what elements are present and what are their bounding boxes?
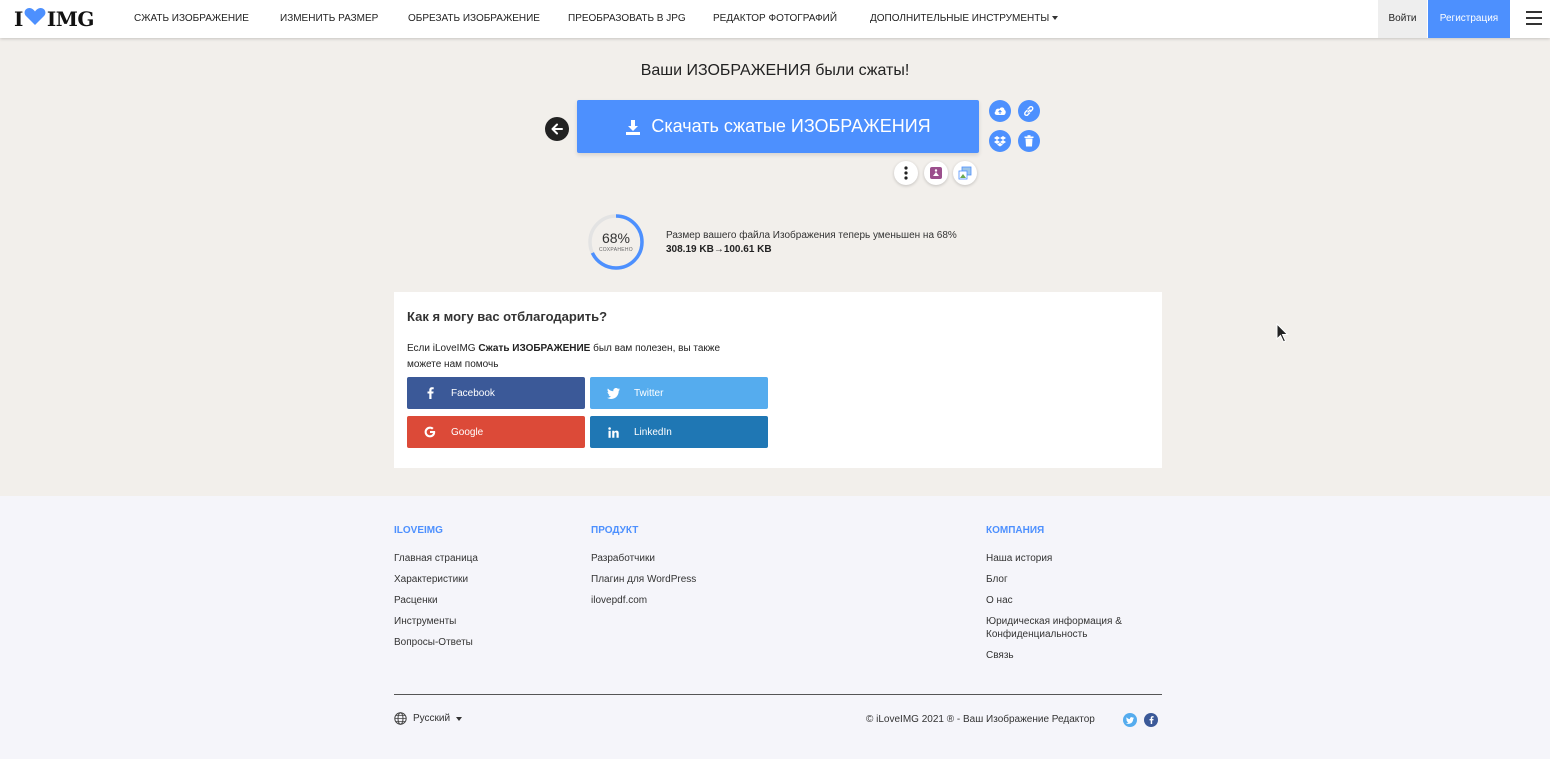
nav-photo-editor[interactable]: РЕДАКТОР ФОТОГРАФИЙ bbox=[713, 0, 837, 38]
facebook-label: Facebook bbox=[451, 387, 495, 399]
more-options-icon[interactable] bbox=[894, 161, 918, 185]
saved-percent: 68% bbox=[601, 230, 631, 246]
nav-convert-jpg[interactable]: ПРЕОБРАЗОВАТЬ В JPG bbox=[568, 0, 686, 38]
thanks-text-prefix: Если iLoveIMG bbox=[407, 343, 479, 354]
twitter-share-button[interactable]: Twitter bbox=[590, 377, 768, 409]
footer-column-product: ПРОДУКТ Разработчики Плагин для WordPres… bbox=[591, 525, 696, 615]
footer-heading: КОМПАНИЯ bbox=[986, 525, 1045, 536]
savings-gauge: 68% СОХРАНЕНО bbox=[587, 213, 645, 271]
twitter-icon bbox=[606, 387, 620, 399]
cloud-upload-icon[interactable] bbox=[989, 100, 1011, 122]
footer-link[interactable]: Расценки bbox=[394, 594, 478, 607]
back-arrow-icon[interactable] bbox=[545, 117, 569, 141]
trash-icon[interactable] bbox=[1018, 130, 1040, 152]
linkedin-label: LinkedIn bbox=[634, 426, 672, 438]
size-after: 100.61 KB bbox=[723, 244, 772, 255]
footer-link[interactable]: Плагин для WordPress bbox=[591, 573, 696, 586]
footer-twitter-icon[interactable] bbox=[1123, 713, 1137, 727]
facebook-icon bbox=[423, 387, 437, 399]
globe-icon bbox=[394, 712, 407, 725]
footer-heading: ILOVEIMG bbox=[394, 525, 443, 536]
footer-link[interactable]: Связь bbox=[986, 649, 1146, 662]
footer-link[interactable]: Главная страница bbox=[394, 552, 478, 565]
download-icon bbox=[626, 119, 641, 135]
thanks-text: Если iLoveIMG Сжать ИЗОБРАЖЕНИЕ был вам … bbox=[407, 341, 747, 373]
top-navbar: I IMG СЖАТЬ ИЗОБРАЖЕНИЕ ИЗМЕНИТЬ РАЗМЕР … bbox=[0, 0, 1550, 38]
dropbox-icon[interactable] bbox=[989, 130, 1011, 152]
login-button[interactable]: Войти bbox=[1378, 0, 1427, 38]
google-share-button[interactable]: Google bbox=[407, 416, 585, 448]
thanks-text-bold: Сжать ИЗОБРАЖЕНИЕ bbox=[478, 343, 591, 354]
footer-link[interactable]: Инструменты bbox=[394, 615, 478, 628]
register-button[interactable]: Регистрация bbox=[1428, 0, 1510, 38]
nav-compress[interactable]: СЖАТЬ ИЗОБРАЖЕНИЕ bbox=[134, 0, 249, 38]
footer-divider bbox=[394, 694, 1162, 695]
linkedin-icon bbox=[606, 426, 620, 438]
nav-more-tools[interactable]: ДОПОЛНИТЕЛЬНЫЕ ИНСТРУМЕНТЫ bbox=[870, 0, 1059, 38]
thanks-heading: Как я могу вас отблагодарить? bbox=[407, 309, 608, 324]
caret-down-icon bbox=[456, 716, 463, 721]
footer-link[interactable]: ilovepdf.com bbox=[591, 594, 696, 607]
nav-resize[interactable]: ИЗМЕНИТЬ РАЗМЕР bbox=[280, 0, 378, 38]
thanks-card: Как я могу вас отблагодарить? Если iLove… bbox=[394, 292, 1162, 468]
size-comparison: 308.19 KB→100.61 KB bbox=[666, 244, 772, 255]
logo-text-right: IMG bbox=[46, 7, 95, 31]
heart-icon bbox=[24, 7, 46, 31]
footer-link[interactable]: Блог bbox=[986, 573, 1146, 586]
footer-link[interactable]: Вопросы-Ответы bbox=[394, 636, 478, 649]
result-text: Размер вашего файла Изображения теперь у… bbox=[666, 230, 957, 241]
page-title: Ваши ИЗОБРАЖЕНИЯ были сжаты! bbox=[640, 62, 910, 79]
caret-down-icon bbox=[1052, 16, 1059, 21]
footer-link[interactable]: О нас bbox=[986, 594, 1146, 607]
language-selector[interactable]: Русский bbox=[394, 712, 463, 725]
footer-link[interactable]: Юридическая информация & Конфиденциально… bbox=[986, 615, 1146, 641]
google-icon bbox=[423, 426, 437, 438]
footer-link[interactable]: Характеристики bbox=[394, 573, 478, 586]
footer-link[interactable]: Наша история bbox=[986, 552, 1146, 565]
footer-link[interactable]: Разработчики bbox=[591, 552, 696, 565]
nav-crop[interactable]: ОБРЕЗАТЬ ИЗОБРАЖЕНИЕ bbox=[408, 0, 540, 38]
mouse-cursor-icon bbox=[1276, 322, 1290, 348]
nav-more-tools-label: ДОПОЛНИТЕЛЬНЫЕ ИНСТРУМЕНТЫ bbox=[870, 13, 1050, 24]
twitter-label: Twitter bbox=[634, 387, 664, 399]
language-label: Русский bbox=[413, 713, 451, 724]
download-button[interactable]: Скачать сжатые ИЗОБРАЖЕНИЯ bbox=[577, 100, 979, 153]
download-button-label: Скачать сжатые ИЗОБРАЖЕНИЯ bbox=[651, 116, 931, 136]
hamburger-menu-icon[interactable] bbox=[1526, 11, 1542, 25]
copyright: © iLoveIMG 2021 ® - Ваш Изображение Реда… bbox=[866, 714, 1095, 725]
logo[interactable]: I IMG bbox=[14, 7, 94, 31]
image-tool-icon[interactable] bbox=[924, 161, 948, 185]
footer-heading: ПРОДУКТ bbox=[591, 525, 639, 536]
linkedin-share-button[interactable]: LinkedIn bbox=[590, 416, 768, 448]
result-section: Ваши ИЗОБРАЖЕНИЯ были сжаты! Скачать сжа… bbox=[0, 38, 1550, 496]
footer-facebook-icon[interactable] bbox=[1144, 713, 1158, 727]
link-icon[interactable] bbox=[1018, 100, 1040, 122]
size-before: 308.19 KB bbox=[666, 244, 714, 255]
image-resize-tool-icon[interactable] bbox=[953, 161, 977, 185]
saved-label: СОХРАНЕНО bbox=[599, 247, 633, 253]
google-label: Google bbox=[451, 426, 484, 438]
facebook-share-button[interactable]: Facebook bbox=[407, 377, 585, 409]
arrow-right-icon: → bbox=[713, 244, 724, 255]
logo-text-left: I bbox=[14, 7, 23, 31]
footer-column-company: КОМПАНИЯ Наша история Блог О нас Юридиче… bbox=[986, 525, 1146, 670]
footer-column-iloveimg: ILOVEIMG Главная страница Характеристики… bbox=[394, 525, 478, 657]
